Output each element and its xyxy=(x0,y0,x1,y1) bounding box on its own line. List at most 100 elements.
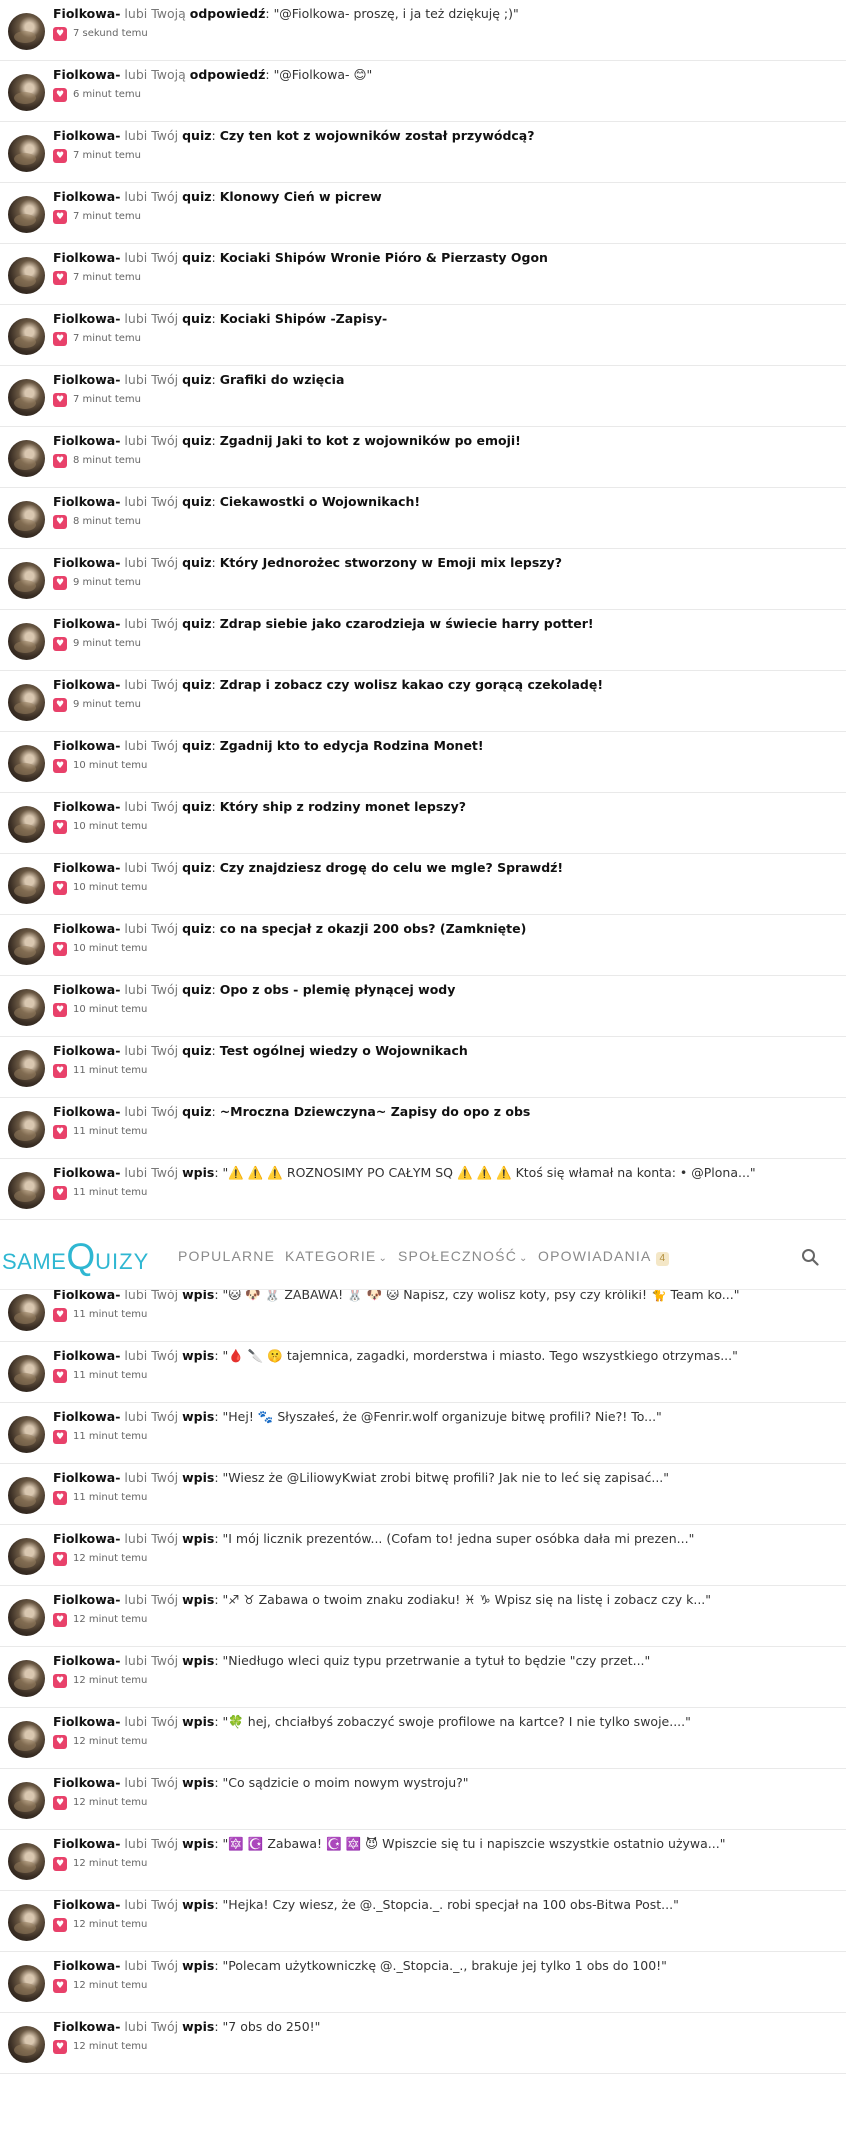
content-link[interactable]: Kociaki Shipów Wronie Pióro & Pierzasty … xyxy=(220,250,548,265)
notification-row[interactable]: Fiolkowa- lubi Twój wpis: "Niedługo wlec… xyxy=(0,1647,846,1708)
notification-row[interactable]: Fiolkowa- lubi Twój quiz: Test ogólnej w… xyxy=(0,1037,846,1098)
notification-row[interactable]: Fiolkowa- lubi Twój quiz: Zgadnij kto to… xyxy=(0,732,846,793)
notification-row[interactable]: Fiolkowa- lubi Twój quiz: Kociaki Shipów… xyxy=(0,305,846,366)
avatar[interactable] xyxy=(8,745,45,782)
notification-row[interactable]: Fiolkowa- lubi Twój quiz: Opo z obs - pl… xyxy=(0,976,846,1037)
notification-row[interactable]: Fiolkowa- lubi Twój quiz: Kociaki Shipów… xyxy=(0,244,846,305)
nav-kategorie[interactable]: KATEGORIE ⌄ xyxy=(285,1248,388,1264)
notification-row[interactable]: Fiolkowa- lubi Twoją odpowiedź: "@Fiolko… xyxy=(0,61,846,122)
content-link[interactable]: "♐ ♉ Zabawa o twoim znaku zodiaku! ♓ ♑ W… xyxy=(223,1592,712,1607)
notification-row[interactable]: Fiolkowa- lubi Twój quiz: Zgadnij Jaki t… xyxy=(0,427,846,488)
content-link[interactable]: "Niedługo wleci quiz typu przetrwanie a … xyxy=(223,1653,651,1668)
content-link[interactable]: Zdrap siebie jako czarodzieja w świecie … xyxy=(220,616,594,631)
content-link[interactable]: "🩸 🔪 🤫 tajemnica, zagadki, morderstwa i … xyxy=(223,1348,738,1363)
avatar[interactable] xyxy=(8,989,45,1026)
user-link[interactable]: Fiolkowa- xyxy=(53,982,120,997)
notification-row[interactable]: Fiolkowa- lubi Twój quiz: Który Jednoroż… xyxy=(0,549,846,610)
notification-row[interactable]: Fiolkowa- lubi Twój wpis: "Wiesz że @Lil… xyxy=(0,1464,846,1525)
notification-row[interactable]: Fiolkowa- lubi Twój wpis: "⚠️ ⚠️ ⚠️ ROZN… xyxy=(0,1159,846,1220)
user-link[interactable]: Fiolkowa- xyxy=(53,1470,120,1485)
notification-row[interactable]: Fiolkowa- lubi Twój wpis: "🔯 ☪️ Zabawa! … xyxy=(0,1830,846,1891)
user-link[interactable]: Fiolkowa- xyxy=(53,494,120,509)
content-link[interactable]: "Hejka! Czy wiesz, że @._Stopcia._. robi… xyxy=(223,1897,679,1912)
nav-spolecznosc[interactable]: SPOŁECZNOŚĆ ⌄ xyxy=(398,1248,529,1264)
user-link[interactable]: Fiolkowa- xyxy=(53,1348,120,1363)
user-link[interactable]: Fiolkowa- xyxy=(53,1714,120,1729)
notification-row[interactable]: Fiolkowa- lubi Twój wpis: "🐱 🐶 🐰 ZABAWA!… xyxy=(0,1281,846,1342)
avatar[interactable] xyxy=(8,1965,45,2002)
user-link[interactable]: Fiolkowa- xyxy=(53,67,120,82)
content-link[interactable]: Klonowy Cień w picrew xyxy=(220,189,382,204)
content-link[interactable]: "Polecam użytkowniczkę @._Stopcia._., br… xyxy=(223,1958,667,1973)
avatar[interactable] xyxy=(8,867,45,904)
user-link[interactable]: Fiolkowa- xyxy=(53,1165,120,1180)
avatar[interactable] xyxy=(8,1416,45,1453)
user-link[interactable]: Fiolkowa- xyxy=(53,2019,120,2034)
avatar[interactable] xyxy=(8,1660,45,1697)
avatar[interactable] xyxy=(8,1111,45,1148)
content-link[interactable]: "I mój licznik prezentów... (Cofam to! j… xyxy=(223,1531,695,1546)
notification-row[interactable]: Fiolkowa- lubi Twój quiz: Który ship z r… xyxy=(0,793,846,854)
notification-row[interactable]: Fiolkowa- lubi Twój wpis: "7 obs do 250!… xyxy=(0,2013,846,2074)
avatar[interactable] xyxy=(8,1477,45,1514)
avatar[interactable] xyxy=(8,196,45,233)
content-link[interactable]: Który ship z rodziny monet lepszy? xyxy=(220,799,466,814)
content-link[interactable]: Opo z obs - plemię płynącej wody xyxy=(220,982,456,997)
user-link[interactable]: Fiolkowa- xyxy=(53,860,120,875)
notification-row[interactable]: Fiolkowa- lubi Twój quiz: Zdrap siebie j… xyxy=(0,610,846,671)
avatar[interactable] xyxy=(8,74,45,111)
avatar[interactable] xyxy=(8,684,45,721)
notification-row[interactable]: Fiolkowa- lubi Twój wpis: "♐ ♉ Zabawa o … xyxy=(0,1586,846,1647)
avatar[interactable] xyxy=(8,318,45,355)
content-link[interactable]: Test ogólnej wiedzy o Wojownikach xyxy=(220,1043,468,1058)
notification-row[interactable]: Fiolkowa- lubi Twój wpis: "🩸 🔪 🤫 tajemni… xyxy=(0,1342,846,1403)
avatar[interactable] xyxy=(8,1721,45,1758)
content-link[interactable]: "7 obs do 250!" xyxy=(223,2019,321,2034)
notification-row[interactable]: Fiolkowa- lubi Twój wpis: "🍀 hej, chciał… xyxy=(0,1708,846,1769)
user-link[interactable]: Fiolkowa- xyxy=(53,1775,120,1790)
notification-row[interactable]: Fiolkowa- lubi Twój quiz: Zdrap i zobacz… xyxy=(0,671,846,732)
user-link[interactable]: Fiolkowa- xyxy=(53,555,120,570)
content-link[interactable]: "Co sądzicie o moim nowym wystroju?" xyxy=(223,1775,469,1790)
content-link[interactable]: Który Jednorożec stworzony w Emoji mix l… xyxy=(220,555,562,570)
avatar[interactable] xyxy=(8,440,45,477)
user-link[interactable]: Fiolkowa- xyxy=(53,1836,120,1851)
notification-row[interactable]: Fiolkowa- lubi Twój quiz: ~Mroczna Dziew… xyxy=(0,1098,846,1159)
content-link[interactable]: "🍀 hej, chciałbyś zobaczyć swoje profilo… xyxy=(223,1714,691,1729)
user-link[interactable]: Fiolkowa- xyxy=(53,799,120,814)
avatar[interactable] xyxy=(8,806,45,843)
user-link[interactable]: Fiolkowa- xyxy=(53,1958,120,1973)
content-link[interactable]: "⚠️ ⚠️ ⚠️ ROZNOSIMY PO CAŁYM SQ ⚠️ ⚠️ ⚠️… xyxy=(223,1165,756,1180)
notification-row[interactable]: Fiolkowa- lubi Twój quiz: Ciekawostki o … xyxy=(0,488,846,549)
avatar[interactable] xyxy=(8,1050,45,1087)
notification-row[interactable]: Fiolkowa- lubi Twój quiz: Czy znajdziesz… xyxy=(0,854,846,915)
content-link[interactable]: Czy ten kot z wojowników został przywódc… xyxy=(220,128,535,143)
avatar[interactable] xyxy=(8,1904,45,1941)
content-link[interactable]: "Hej! 🐾 Słyszałeś, że @Fenrir.wolf organ… xyxy=(223,1409,662,1424)
user-link[interactable]: Fiolkowa- xyxy=(53,311,120,326)
notification-row[interactable]: Fiolkowa- lubi Twój wpis: "I mój licznik… xyxy=(0,1525,846,1586)
user-link[interactable]: Fiolkowa- xyxy=(53,128,120,143)
user-link[interactable]: Fiolkowa- xyxy=(53,1897,120,1912)
avatar[interactable] xyxy=(8,1355,45,1392)
avatar[interactable] xyxy=(8,1538,45,1575)
content-link[interactable]: co na specjał z okazji 200 obs? (Zamknię… xyxy=(220,921,527,936)
user-link[interactable]: Fiolkowa- xyxy=(53,1104,120,1119)
user-link[interactable]: Fiolkowa- xyxy=(53,433,120,448)
avatar[interactable] xyxy=(8,562,45,599)
user-link[interactable]: Fiolkowa- xyxy=(53,1653,120,1668)
content-link[interactable]: Ciekawostki o Wojownikach! xyxy=(220,494,420,509)
content-link[interactable]: Kociaki Shipów -Zapisy- xyxy=(220,311,387,326)
user-link[interactable]: Fiolkowa- xyxy=(53,1409,120,1424)
user-link[interactable]: Fiolkowa- xyxy=(53,189,120,204)
site-logo[interactable]: SAMEQUIZY xyxy=(2,1236,149,1277)
avatar[interactable] xyxy=(8,1294,45,1331)
content-link[interactable]: ~Mroczna Dziewczyna~ Zapisy do opo z obs xyxy=(220,1104,531,1119)
content-link[interactable]: "@Fiolkowa- 😊" xyxy=(274,67,373,82)
content-link[interactable]: "Wiesz że @LiliowyKwiat zrobi bitwę prof… xyxy=(223,1470,670,1485)
user-link[interactable]: Fiolkowa- xyxy=(53,921,120,936)
content-link[interactable]: Zgadnij kto to edycja Rodzina Monet! xyxy=(220,738,484,753)
user-link[interactable]: Fiolkowa- xyxy=(53,1531,120,1546)
search-icon[interactable] xyxy=(801,1248,819,1266)
avatar[interactable] xyxy=(8,135,45,172)
